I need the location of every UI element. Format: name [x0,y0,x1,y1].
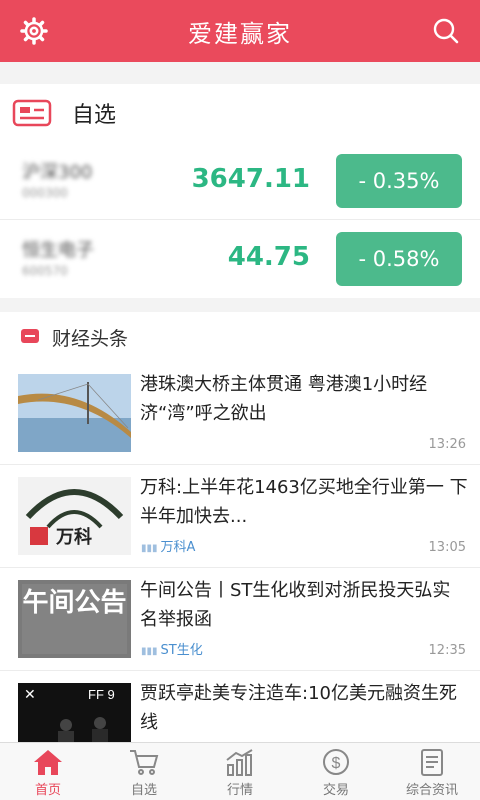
tab-watchlist[interactable]: 自选 [96,743,192,800]
change-badge[interactable]: - 0.35% [336,154,462,208]
gear-icon [20,17,48,45]
news-header: 财经头条 [0,312,480,362]
tab-trade[interactable]: $ 交易 [288,743,384,800]
news-thumbnail: 午间公告 [18,580,131,658]
ff-event-image-icon: ✕ FF 9 [18,683,131,742]
stock-code: 000300 [22,186,68,200]
stock-price: 3647.11 [191,164,310,194]
tab-label: 自选 [130,783,157,798]
stock-code: 600570 [22,264,68,278]
tab-label: 行情 [226,783,253,798]
news-section: 财经头条 港珠澳大桥主体贯通 粤港澳1小时经济“湾”呼之欲出 13:26 万科 … [0,312,480,742]
watchlist-card-icon [12,99,52,127]
news-item[interactable]: 万科 万科:上半年花1463亿买地全行业第一 下半年加快去... ▮▮▮ 万科A … [0,465,480,568]
bar-chart-icon: ▮▮▮ [141,543,158,554]
news-title: 财经头条 [52,327,129,350]
cart-icon [130,750,159,775]
news-item[interactable]: ✕ FF 9 贾跃亭赴美专注造车:10亿美元融资生死线 [0,671,480,742]
bar-chart-icon: ▮▮▮ [141,646,158,657]
stock-tag[interactable]: ▮▮▮ ST生化 [141,639,203,658]
stock-row[interactable]: 沪深300 000300 3647.11 - 0.35% [0,142,480,220]
news-time: 13:05 [428,540,466,555]
stock-tag-label: 万科A [160,540,196,555]
tab-label: 综合资讯 [405,783,458,798]
stock-tag-label: ST生化 [160,643,203,658]
news-time: 12:35 [428,643,466,658]
dollar-icon: $ [323,749,349,775]
news-time: 13:26 [428,437,466,452]
tab-home[interactable]: 首页 [0,743,96,800]
stock-row[interactable]: 恒生电子 600570 44.75 - 0.58% [0,220,480,298]
thumb-caption: 万科 [55,526,92,547]
settings-button[interactable] [14,11,54,51]
tab-label: 交易 [322,783,349,798]
home-icon [34,750,62,775]
news-headline: 午间公告丨ST生化收到对浙民投天弘实名举报函 [140,580,451,630]
chart-icon [226,749,253,776]
news-item[interactable]: 港珠澳大桥主体贯通 粤港澳1小时经济“湾”呼之欲出 13:26 [0,362,480,465]
tab-news[interactable]: 综合资讯 [384,743,480,800]
stock-name: 恒生电子 [22,240,94,261]
search-icon [433,18,459,44]
thumb-caption: 午间公告 [22,587,127,617]
svg-text:✕: ✕ [24,686,36,702]
stock-tag[interactable]: ▮▮▮ 万科A [141,536,195,555]
bottom-tab-bar: 首页 自选 行情 $ 交易 综合资讯 [0,742,480,800]
newspaper-image-icon: 午间公告 [18,580,131,658]
watchlist-title: 自选 [72,103,117,128]
search-button[interactable] [426,11,466,51]
news-headline: 港珠澳大桥主体贯通 粤港澳1小时经济“湾”呼之欲出 [140,374,428,424]
thumb-caption: FF 9 [88,687,115,702]
news-thumbnail: 万科 [18,477,131,555]
news-item[interactable]: 午间公告 午间公告丨ST生化收到对浙民投天弘实名举报函 ▮▮▮ ST生化 12:3… [0,568,480,671]
page-title: 爱建赢家 [188,19,292,48]
svg-text:$: $ [332,755,341,772]
watchlist-header[interactable]: 自选 [0,84,480,142]
tab-market[interactable]: 行情 [192,743,288,800]
news-thumbnail: ✕ FF 9 [18,683,131,742]
change-badge[interactable]: - 0.58% [336,232,462,286]
vanke-image-icon: 万科 [18,477,131,555]
news-chat-icon [21,329,39,343]
document-icon [421,749,443,776]
top-bar: 爱建赢家 [0,0,480,62]
stock-name: 沪深300 [22,162,93,183]
stock-price: 44.75 [227,242,310,272]
watchlist-section: 自选 沪深300 000300 3647.11 - 0.35% 恒生电子 600… [0,84,480,298]
news-thumbnail [18,374,131,452]
news-headline: 万科:上半年花1463亿买地全行业第一 下半年加快去... [140,477,468,527]
bridge-image-icon [18,374,131,452]
tab-label: 首页 [34,783,61,798]
news-headline: 贾跃亭赴美专注造车:10亿美元融资生死线 [140,683,457,733]
